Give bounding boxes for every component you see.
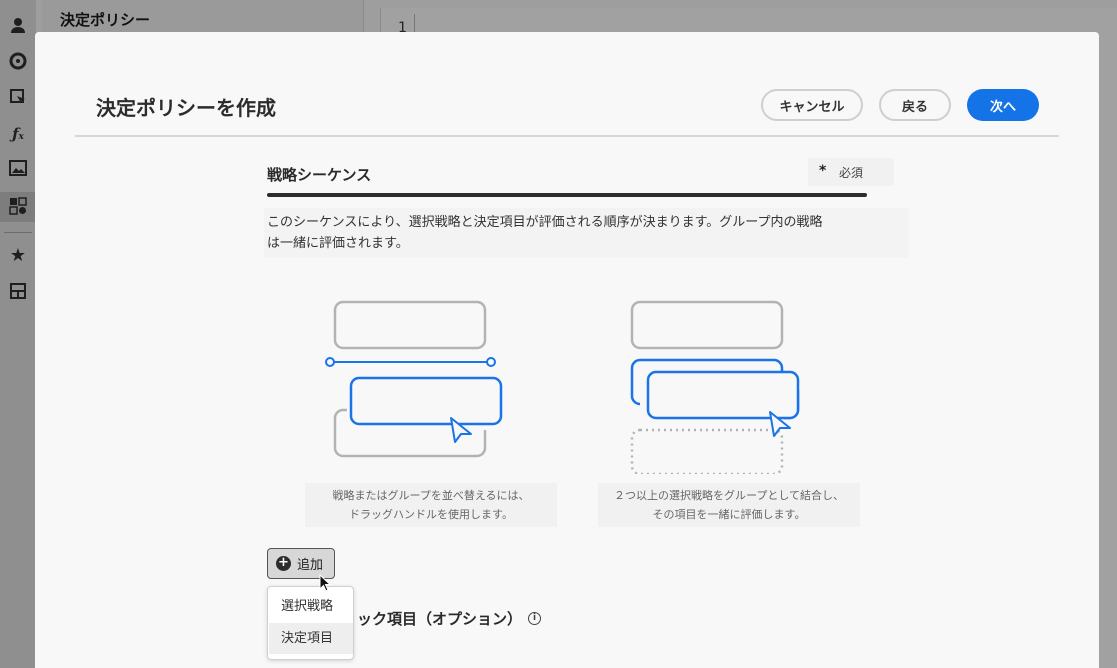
section-description: このシーケンスにより、選択戦略と決定項目が評価される順序が決まります。グループ内… — [264, 208, 909, 258]
required-asterisk: * — [819, 163, 827, 179]
function-icon[interactable]: ƒx — [8, 124, 28, 144]
reorder-caption-line-2: ドラッグハンドルを使用します。 — [349, 508, 513, 521]
back-button[interactable]: 戻る — [879, 89, 951, 121]
info-icon[interactable]: i — [528, 612, 542, 625]
cancel-button[interactable]: キャンセル — [761, 89, 863, 121]
section-rule — [267, 193, 867, 197]
add-button-label: 追加 — [297, 558, 324, 573]
cursor-select-icon[interactable] — [8, 88, 28, 108]
add-circle-icon: + — [276, 556, 291, 571]
required-indicator: * 必須 — [808, 158, 894, 186]
reorder-illustration — [315, 294, 515, 474]
user-icon[interactable] — [8, 16, 28, 36]
mouse-pointer-icon — [319, 574, 332, 592]
create-policy-dialog: 決定ポリシーを作成 キャンセル 戻る 次へ 戦略シーケンス * 必須 このシーケ… — [35, 32, 1099, 668]
star-icon[interactable]: ★ — [8, 246, 28, 266]
fallback-title-text: ック項目（オプション） — [357, 610, 523, 628]
next-button[interactable]: 次へ — [967, 89, 1039, 121]
grid-icon[interactable] — [8, 282, 28, 302]
description-line-2: は一緒に評価されます。 — [267, 236, 409, 251]
rail-divider — [4, 232, 32, 233]
header-divider — [75, 135, 1059, 137]
fallback-section-title: ック項目（オプション） i — [357, 608, 542, 629]
image-icon[interactable] — [8, 160, 28, 180]
description-line-1: このシーケンスにより、選択戦略と決定項目が評価される順序が決まります。グループ内… — [267, 215, 823, 230]
menu-item-decision-item[interactable]: 決定項目 — [269, 623, 353, 654]
left-panel-title: 決定ポリシー — [60, 11, 151, 29]
reorder-caption: 戦略またはグループを並べ替えるには、 ドラッグハンドルを使用します。 — [305, 483, 557, 527]
required-label: 必須 — [839, 166, 864, 180]
add-menu: 選択戦略 決定項目 — [267, 586, 354, 660]
group-illustration — [612, 294, 812, 476]
section-title: 戦略シーケンス — [267, 166, 372, 184]
reorder-caption-line-1: 戦略またはグループを並べ替えるには、 — [332, 489, 530, 502]
menu-item-selection-strategy[interactable]: 選択戦略 — [269, 591, 353, 622]
left-rail: ƒx ★ — [0, 0, 36, 668]
group-caption: ２つ以上の選択戦略をグループとして結合し、 その項目を一緒に評価します。 — [598, 483, 860, 527]
dialog-title: 決定ポリシーを作成 — [96, 96, 276, 120]
group-caption-line-2: その項目を一緒に評価します。 — [652, 508, 806, 521]
decision-icon[interactable] — [8, 197, 28, 217]
pie-chart-icon[interactable] — [8, 52, 28, 72]
group-caption-line-1: ２つ以上の選択戦略をグループとして結合し、 — [613, 489, 844, 502]
